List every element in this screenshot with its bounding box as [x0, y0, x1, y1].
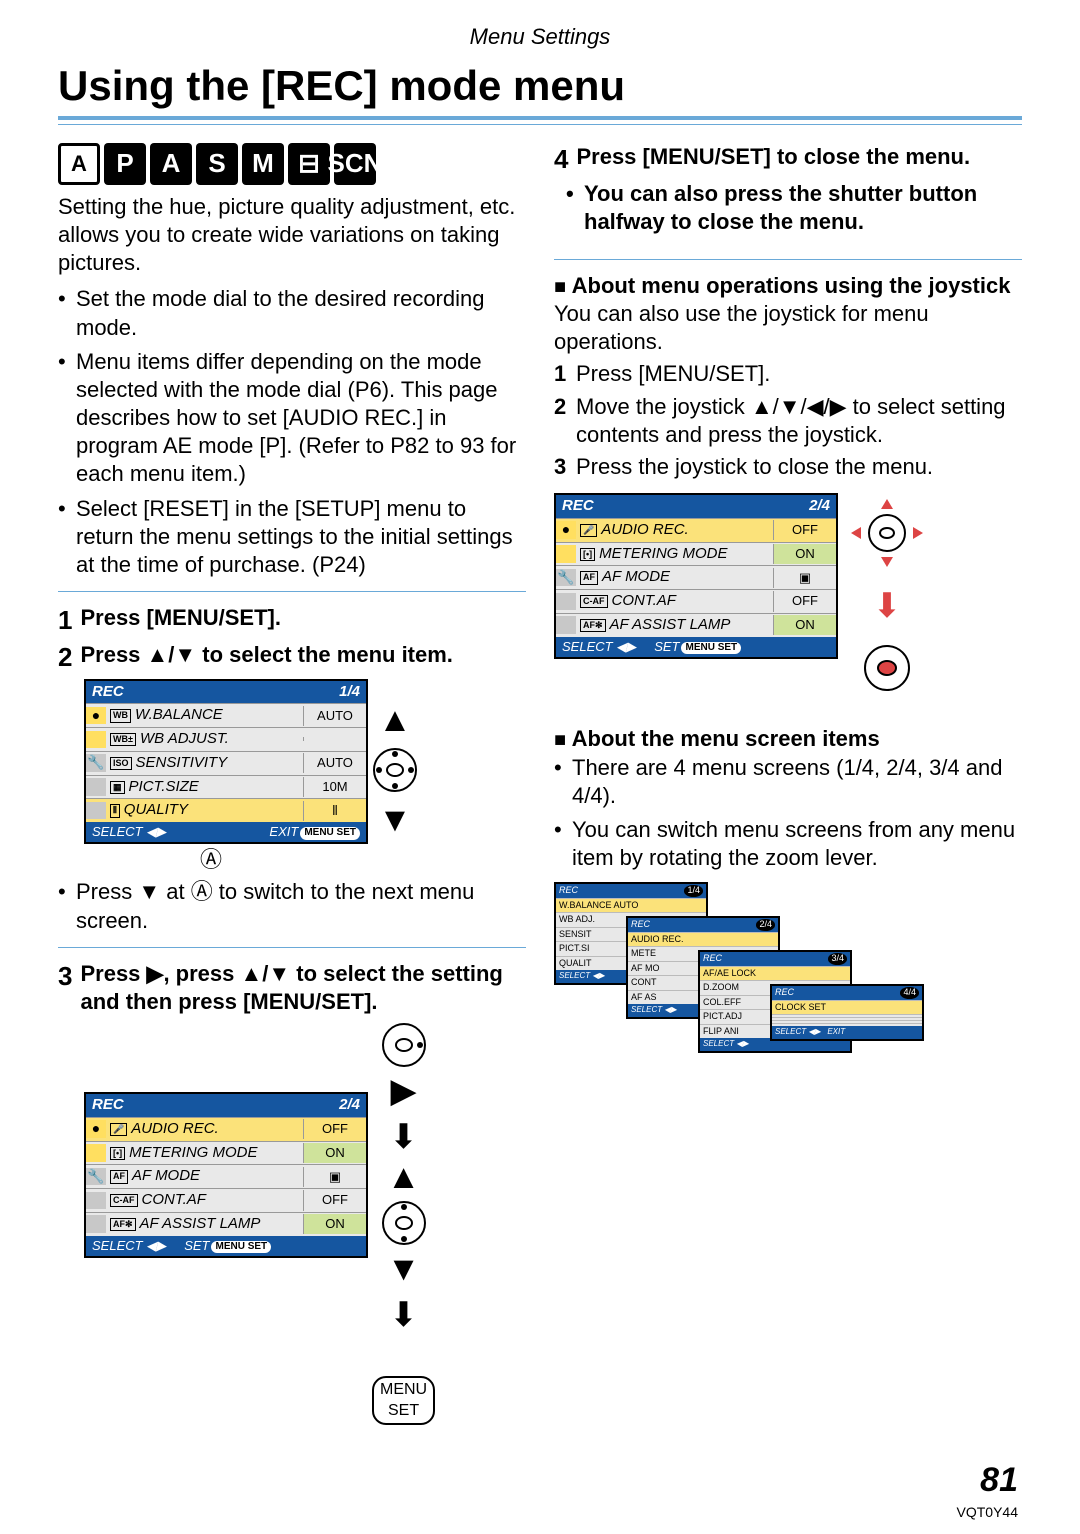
page-title: Using the [REC] mode menu: [58, 62, 1022, 110]
menuset-button-icon: MENUSET: [372, 1376, 435, 1425]
screens-bullets: There are 4 menu screens (1/4, 2/4, 3/4 …: [554, 754, 1022, 873]
lcd-menu-2: REC2/4 ●🎤AUDIO REC.OFF [•]METERING MODEO…: [84, 1092, 368, 1258]
mode-icon: P: [104, 143, 146, 185]
list-item: Select [RESET] in the [SETUP] menu to re…: [58, 495, 526, 579]
list-item: Move the joystick ▲/▼/◀/▶ to select sett…: [576, 394, 1006, 447]
down-icon: ⬇: [873, 589, 902, 623]
right-column: 4Press [MENU/SET] to close the menu. You…: [554, 143, 1022, 1425]
step-2: 2Press ▲/▼ to select the menu item.: [58, 641, 526, 674]
left-column: A P A S M ⊟ SCN Setting the hue, picture…: [58, 143, 526, 1425]
step-4: 4Press [MENU/SET] to close the menu.: [554, 143, 1022, 176]
down-icon: ⬇: [389, 1298, 418, 1332]
joystick-diagram: ⬇: [842, 495, 932, 695]
up-icon: ▲: [378, 703, 412, 737]
down-icon: ▼: [378, 803, 412, 837]
step-text: Press ▶, press ▲/▼ to select the setting…: [80, 960, 526, 1016]
intro-text: Setting the hue, picture quality adjustm…: [58, 193, 526, 277]
step-3: 3Press ▶, press ▲/▼ to select the settin…: [58, 960, 526, 1016]
nav-arrows: ▲ ▼: [372, 703, 418, 837]
step-text: Press [MENU/SET].: [80, 604, 281, 637]
joystick-4way-icon: [842, 495, 932, 571]
mode-icon: ⊟: [288, 143, 330, 185]
title-rule: [58, 116, 1022, 125]
note: Press ▼ at Ⓐ to switch to the next menu …: [58, 878, 526, 934]
mode-icon: M: [242, 143, 284, 185]
mode-icon: A: [58, 143, 100, 185]
joystick-icon: [381, 1200, 427, 1246]
mode-icon: A: [150, 143, 192, 185]
joystick-heading: About menu operations using the joystick: [554, 272, 1022, 301]
step-text: Press [MENU/SET] to close the menu.: [576, 143, 970, 176]
joystick-press-icon: [860, 641, 914, 695]
step-4-note: You can also press the shutter button ha…: [566, 180, 1022, 236]
down-icon: ▼: [387, 1252, 421, 1286]
intro-bullets: Set the mode dial to the desired recordi…: [58, 285, 526, 579]
down-icon: ⬇: [389, 1120, 418, 1154]
step-1: 1Press [MENU/SET].: [58, 604, 526, 637]
mode-icon: SCN: [334, 143, 376, 185]
list-item: There are 4 menu screens (1/4, 2/4, 3/4 …: [554, 754, 1022, 810]
right-icon: ▶: [390, 1074, 416, 1108]
joystick-text: You can also use the joystick for menu o…: [554, 300, 1022, 356]
list-item: Set the mode dial to the desired recordi…: [58, 285, 526, 341]
list-item: Menu items differ depending on the mode …: [58, 348, 526, 489]
nav-arrows: ▶ ⬇ ▲ ▼ ⬇ MENUSET: [372, 1022, 435, 1425]
screens-heading: About the menu screen items: [554, 725, 1022, 754]
joystick-steps: 1Press [MENU/SET]. 2Move the joystick ▲/…: [554, 360, 1022, 481]
menu-screens-stack: REC1/4W.BALANCE AUTOWB ADJ.SENSITPICT.SI…: [554, 882, 974, 1102]
section-header: Menu Settings: [0, 24, 1080, 50]
up-icon: ▲: [387, 1160, 421, 1194]
step-text: Press ▲/▼ to select the menu item.: [80, 641, 452, 674]
mode-strip: A P A S M ⊟ SCN: [58, 143, 526, 185]
list-item: Press [MENU/SET].: [576, 361, 770, 386]
list-item: You can switch menu screens from any men…: [554, 816, 1022, 872]
lcd-menu-2b: REC2/4 ●🎤AUDIO REC.OFF [•]METERING MODEO…: [554, 493, 838, 659]
lcd-menu-1: REC1/4 ●WBW.BALANCEAUTO WB±WB ADJUST.🔧IS…: [84, 679, 368, 845]
joystick-icon: [381, 1022, 427, 1068]
joystick-icon: [372, 747, 418, 793]
callout-a: Ⓐ: [58, 846, 364, 874]
list-item: Press the joystick to close the menu.: [576, 454, 933, 479]
page-number: 81: [980, 1461, 1018, 1500]
document-id: VQT0Y44: [957, 1504, 1018, 1520]
mode-icon: S: [196, 143, 238, 185]
